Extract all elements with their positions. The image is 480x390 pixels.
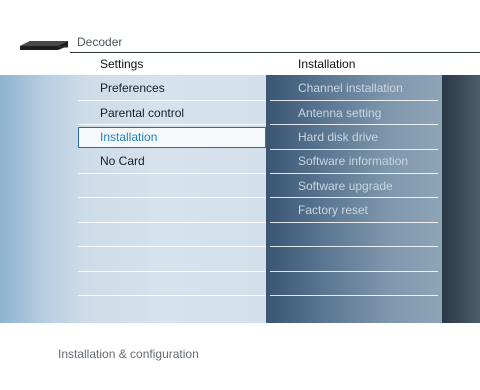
submenu-item-channel-installation[interactable]: Channel installation (266, 78, 442, 99)
menu-item-no-card[interactable]: No Card (78, 151, 266, 172)
row-divider (270, 173, 438, 174)
row-divider (270, 246, 438, 247)
row-divider (270, 222, 438, 223)
decoder-settings-screen: Decoder Settings Installation Preference… (0, 0, 480, 390)
decoder-device-icon (20, 41, 68, 50)
menu-item-preferences[interactable]: Preferences (78, 78, 266, 99)
row-divider (270, 295, 438, 296)
row-divider (78, 100, 266, 101)
row-divider (270, 124, 438, 125)
submenu-item-antenna-setting[interactable]: Antenna setting (266, 103, 442, 124)
header-divider (70, 52, 480, 53)
row-divider (78, 197, 266, 198)
status-description: Installation & configuration (58, 347, 199, 361)
row-divider (270, 149, 438, 150)
menu-item-installation[interactable]: Installation (78, 127, 266, 148)
row-divider (78, 173, 266, 174)
app-title: Decoder (77, 35, 123, 49)
row-divider (78, 246, 266, 247)
row-divider (78, 124, 266, 125)
menu-item-parental-control[interactable]: Parental control (78, 103, 266, 124)
side-panel (442, 75, 480, 323)
row-divider (270, 271, 438, 272)
row-divider (78, 295, 266, 296)
row-divider (78, 271, 266, 272)
submenu-item-software-information[interactable]: Software information (266, 151, 442, 172)
row-divider (270, 100, 438, 101)
row-divider (78, 222, 266, 223)
installation-column-header: Installation (298, 57, 356, 71)
submenu-item-software-upgrade[interactable]: Software upgrade (266, 176, 442, 197)
submenu-item-factory-reset[interactable]: Factory reset (266, 200, 442, 221)
row-divider (270, 197, 438, 198)
settings-column-header: Settings (100, 57, 144, 71)
submenu-item-hard-disk-drive[interactable]: Hard disk drive (266, 127, 442, 148)
